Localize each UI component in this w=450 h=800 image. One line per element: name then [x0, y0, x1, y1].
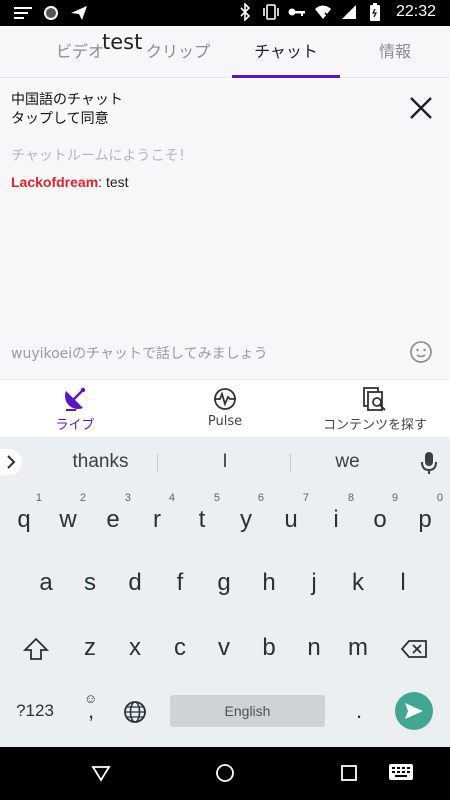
browse-search-icon: [362, 386, 388, 412]
key-y[interactable]: y6: [226, 492, 266, 545]
keyboard-switch-icon[interactable]: [388, 762, 414, 784]
send-button[interactable]: [395, 692, 433, 730]
close-icon[interactable]: [405, 92, 437, 124]
comma-key[interactable]: ☺ ,: [72, 688, 110, 734]
key-u[interactable]: u7: [271, 492, 311, 545]
chat-message: Lackofdream: test: [11, 174, 129, 190]
suggestion-divider: [157, 454, 158, 472]
suggestion-2[interactable]: I: [170, 451, 280, 473]
key-t[interactable]: t5: [182, 492, 222, 545]
key-b[interactable]: b: [249, 623, 289, 673]
menu-lines-icon: [14, 4, 32, 22]
microphone-icon[interactable]: [419, 451, 439, 475]
backspace-icon: [400, 639, 427, 658]
key-s[interactable]: s: [70, 558, 110, 608]
suggestion-strip: thanks I we: [0, 437, 450, 487]
key-x[interactable]: x: [115, 623, 155, 673]
soft-keyboard: thanks I we q1 w2 e3 r4 t5 y6 u7 i8 o9 p…: [0, 437, 450, 747]
shift-icon: [22, 637, 50, 660]
key-j[interactable]: j: [294, 558, 334, 608]
circle-icon: [42, 4, 60, 22]
backspace-key[interactable]: [392, 625, 436, 671]
battery-icon: [366, 3, 384, 21]
nav-live[interactable]: ライブ: [25, 380, 125, 438]
system-navigation-bar: [0, 747, 450, 800]
suggestion-3[interactable]: we: [295, 451, 400, 473]
recents-icon[interactable]: [338, 762, 360, 784]
key-h[interactable]: h: [249, 558, 289, 608]
key-v[interactable]: v: [204, 623, 244, 673]
active-tab-indicator: [232, 75, 340, 78]
status-bar: 22:32: [0, 0, 450, 26]
pulse-icon: [212, 386, 238, 412]
key-m[interactable]: m: [338, 623, 378, 673]
key-i[interactable]: i8: [316, 492, 356, 545]
signal-icon: [340, 3, 358, 21]
key-g[interactable]: g: [204, 558, 244, 608]
key-l[interactable]: l: [383, 558, 423, 608]
chat-panel: 中国語のチャット タップして同意 チャットルームにようこそ！ Lackofdre…: [0, 79, 450, 379]
send-arrow-icon: [405, 703, 423, 719]
nav-live-label: ライブ: [55, 418, 95, 433]
key-e[interactable]: e3: [93, 492, 133, 545]
tab-bar: ビデオ クリップ チャット 情報: [0, 26, 450, 78]
clock: 22:32: [395, 3, 436, 20]
chat-username[interactable]: Lackofdream: [11, 174, 98, 190]
chat-separator: :: [98, 174, 106, 190]
key-icon: [288, 3, 306, 21]
key-n[interactable]: n: [294, 623, 334, 673]
key-c[interactable]: c: [160, 623, 200, 673]
nav-browse[interactable]: コンテンツを探す: [315, 380, 435, 438]
notice-title: 中国語のチャット: [11, 92, 123, 108]
overlay-text: test: [102, 30, 143, 54]
emoji-hint-icon: ☺: [84, 691, 98, 706]
emoji-icon[interactable]: [409, 340, 433, 364]
home-icon[interactable]: [214, 762, 236, 784]
chat-input[interactable]: wuyikoeiのチャットで話してみましょう: [11, 343, 268, 363]
key-z[interactable]: z: [70, 623, 110, 673]
tab-chat[interactable]: チャット: [232, 26, 340, 78]
translation-notice[interactable]: 中国語のチャット タップして同意: [11, 91, 123, 129]
key-f[interactable]: f: [160, 558, 200, 608]
globe-icon: [124, 700, 146, 723]
vibrate-icon: [262, 3, 280, 21]
suggestion-divider: [290, 454, 291, 472]
key-a[interactable]: a: [26, 558, 66, 608]
broadcast-icon: [62, 386, 88, 412]
suggestion-1[interactable]: thanks: [48, 451, 153, 473]
nav-pulse[interactable]: Pulse: [175, 380, 275, 438]
nav-browse-label: コンテンツを探す: [322, 418, 427, 433]
key-r[interactable]: r4: [137, 492, 177, 545]
key-o[interactable]: o9: [360, 492, 400, 545]
key-k[interactable]: k: [338, 558, 378, 608]
nav-pulse-label: Pulse: [207, 414, 243, 429]
notice-subtitle: タップして同意: [11, 111, 109, 127]
key-w[interactable]: w2: [48, 492, 88, 545]
key-q[interactable]: q1: [4, 492, 44, 545]
language-key[interactable]: [116, 688, 154, 734]
back-icon[interactable]: [90, 762, 112, 784]
chat-message-text: test: [105, 174, 129, 190]
symbols-key[interactable]: ?123: [6, 688, 64, 734]
expand-suggestions-button[interactable]: [0, 449, 22, 475]
bottom-navigation: ライブ Pulse コンテンツを探す: [0, 379, 450, 437]
send-icon: [70, 4, 88, 22]
wifi-icon: [314, 3, 332, 21]
shift-key[interactable]: [14, 625, 58, 671]
space-key[interactable]: English: [170, 695, 325, 727]
tab-info[interactable]: 情報: [345, 26, 445, 78]
bluetooth-icon: [236, 3, 254, 21]
key-p[interactable]: p0: [405, 492, 445, 545]
welcome-message: チャットルームにようこそ！: [11, 148, 193, 164]
period-key[interactable]: .: [340, 688, 378, 734]
key-d[interactable]: d: [115, 558, 155, 608]
